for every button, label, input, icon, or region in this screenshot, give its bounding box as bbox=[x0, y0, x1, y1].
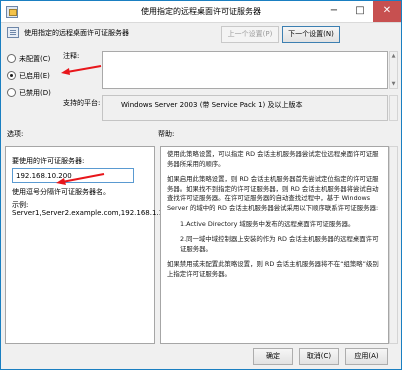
license-server-label: 要使用的许可证服务器: bbox=[12, 157, 85, 165]
title-bar[interactable]: 使用指定的远程桌面许可证服务器 − □ ✕ bbox=[1, 1, 401, 23]
help-section-label: 帮助: bbox=[158, 130, 175, 138]
scroll-down-icon[interactable]: ▼ bbox=[390, 81, 397, 87]
scroll-up-icon[interactable]: ▲ bbox=[390, 53, 397, 59]
help-panel: 使用此策略设置，可以指定 RD 会话主机服务器尝试定位远程桌面许可证服务器所采用… bbox=[160, 146, 389, 344]
policy-dialog-window: 使用指定的远程桌面许可证服务器 − □ ✕ 使用指定的远程桌面许可证服务器 上一… bbox=[0, 0, 402, 370]
note-textarea[interactable] bbox=[102, 51, 388, 89]
platform-box: Windows Server 2003 (带 Service Pack 1) 及… bbox=[102, 95, 388, 121]
apply-button[interactable]: 应用(A) bbox=[345, 348, 388, 365]
platform-label: 支持的平台: bbox=[63, 99, 101, 107]
example-value: Server1,Server2.example.com,192.168.1.1 bbox=[12, 209, 164, 217]
radio-button[interactable] bbox=[7, 71, 16, 80]
options-section-label: 选项: bbox=[7, 130, 24, 138]
next-setting-button[interactable]: 下一个设置(N) bbox=[282, 26, 340, 43]
platform-value: Windows Server 2003 (带 Service Pack 1) 及… bbox=[121, 101, 303, 109]
radio-button[interactable] bbox=[7, 88, 16, 97]
help-scrollbar[interactable] bbox=[389, 146, 398, 344]
red-arrow-annotation bbox=[61, 65, 102, 75]
policy-name: 使用指定的远程桌面许可证服务器 bbox=[24, 29, 129, 37]
minimize-button[interactable]: − bbox=[321, 1, 347, 22]
radio-label: 已启用(E) bbox=[19, 72, 50, 80]
help-paragraph: 如果启用此策略设置，则 RD 会话主机服务器首先尝试定位指定的许可证服务器。如果… bbox=[167, 175, 379, 212]
radio-button[interactable] bbox=[7, 54, 16, 63]
cancel-button[interactable]: 取消(C) bbox=[299, 348, 339, 365]
help-paragraph: 1.Active Directory 域服务中发布的远程桌面许可证服务器。 bbox=[180, 219, 355, 228]
prev-setting-button[interactable]: 上一个设置(P) bbox=[221, 26, 279, 43]
radio-label: 未配置(C) bbox=[19, 55, 51, 63]
help-paragraph: 如果禁用或未配置此策略设置，则 RD 会话主机服务器将不在“组策略”级别上指定许… bbox=[167, 260, 379, 278]
separator-hint: 使用逗号分隔许可证服务器名。 bbox=[12, 188, 110, 196]
ok-button[interactable]: 确定 bbox=[253, 348, 293, 365]
policy-icon bbox=[7, 27, 19, 38]
red-arrow-annotation bbox=[56, 173, 105, 185]
radio-label: 已禁用(D) bbox=[19, 89, 51, 97]
note-scrollbar[interactable]: ▲ ▼ bbox=[389, 51, 398, 89]
platform-scrollbar[interactable] bbox=[389, 95, 398, 121]
help-paragraph: 使用此策略设置，可以指定 RD 会话主机服务器尝试定位远程桌面许可证服务器所采用… bbox=[167, 150, 379, 168]
help-text: 使用此策略设置，可以指定 RD 会话主机服务器尝试定位远程桌面许可证服务器所采用… bbox=[167, 150, 383, 286]
maximize-button[interactable]: □ bbox=[347, 1, 373, 22]
help-paragraph: 2.同一域中域控制器上安装的作为 RD 会话主机服务器的远程桌面许可证服务器。 bbox=[180, 235, 379, 253]
note-label: 注释: bbox=[63, 52, 80, 60]
close-button[interactable]: ✕ bbox=[373, 1, 401, 22]
